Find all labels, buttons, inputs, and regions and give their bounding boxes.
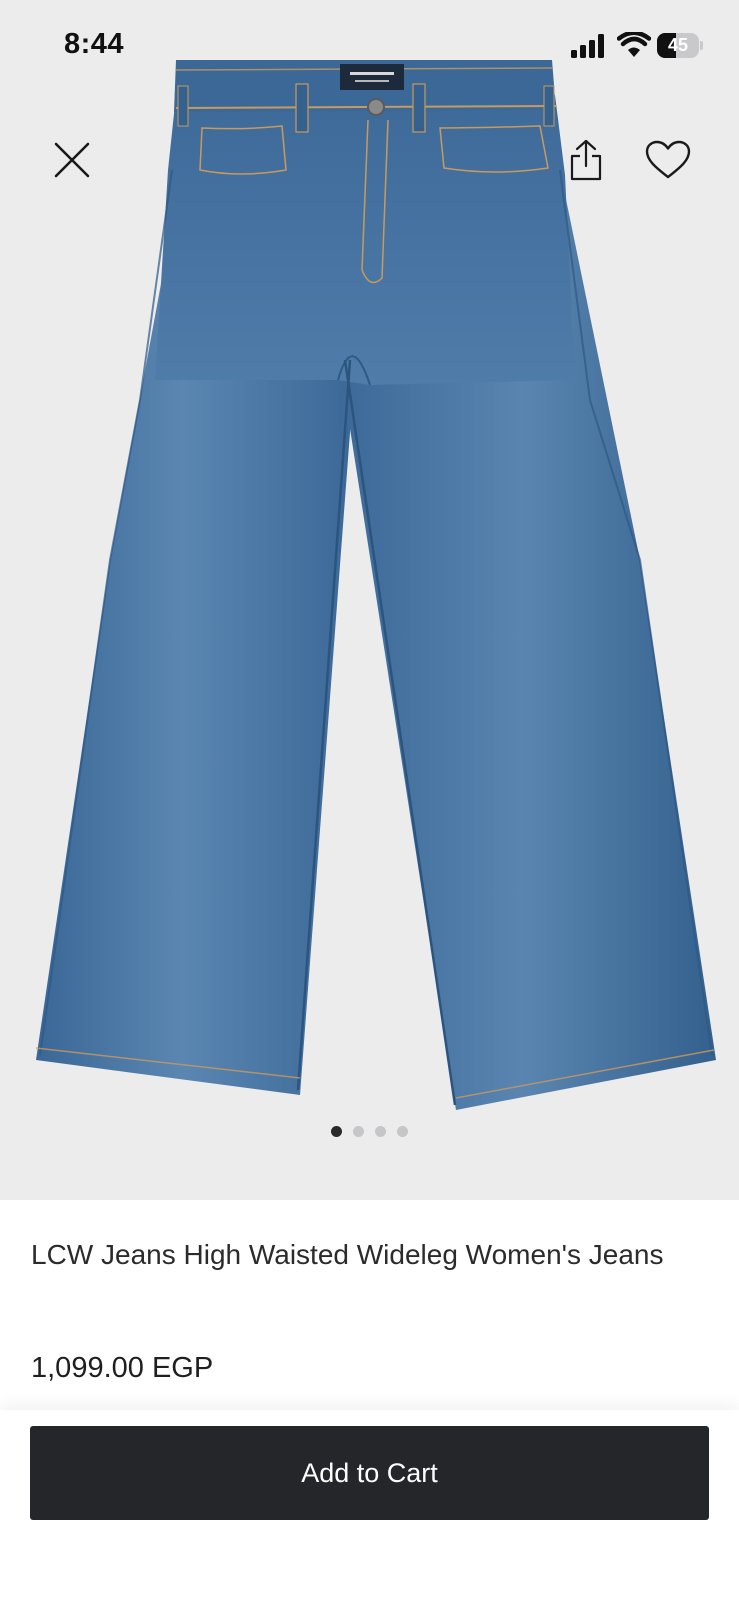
product-title: LCW Jeans High Waisted Wideleg Women's J…	[31, 1239, 664, 1270]
favorite-button[interactable]	[638, 132, 698, 188]
page-dot[interactable]	[375, 1126, 386, 1137]
page-dot[interactable]	[331, 1126, 342, 1137]
close-button[interactable]	[44, 132, 100, 188]
battery-level: 45	[667, 35, 689, 55]
page-dot[interactable]	[353, 1126, 364, 1137]
battery-icon: 45	[657, 33, 703, 58]
close-icon	[54, 142, 90, 178]
product-image-gallery[interactable]: 8:44 45	[0, 0, 739, 1200]
battery-tip	[700, 41, 703, 50]
product-info: LCW Jeans High Waisted Wideleg Women's J…	[0, 1200, 739, 1408]
bottom-action-bar: Add to Cart	[0, 1410, 739, 1600]
image-page-indicator[interactable]	[0, 1126, 739, 1140]
status-bar: 8:44 45	[0, 0, 739, 92]
page-dot[interactable]	[397, 1126, 408, 1137]
share-icon	[570, 139, 602, 181]
product-detail-screen: 8:44 45 LCW Jeans High Waisted Wideleg W…	[0, 0, 739, 1600]
add-to-cart-button[interactable]: Add to Cart	[30, 1426, 709, 1520]
status-time: 8:44	[64, 28, 125, 60]
share-button[interactable]	[560, 132, 612, 188]
product-price: 1,099.00 EGP	[31, 1352, 214, 1384]
cellular-signal-icon	[571, 34, 604, 58]
wifi-icon	[617, 32, 651, 57]
heart-icon	[645, 140, 691, 179]
product-image-jeans	[35, 60, 716, 1110]
battery-body: 45	[657, 33, 699, 58]
